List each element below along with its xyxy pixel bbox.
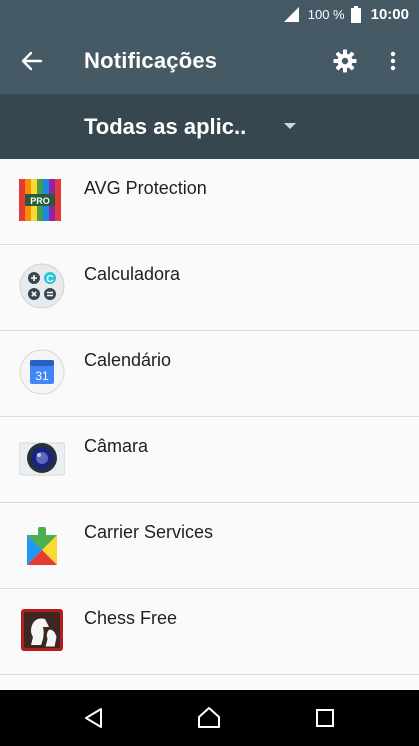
more-vert-icon bbox=[390, 51, 396, 71]
list-item-avg-protection[interactable]: PRO AVG Protection bbox=[0, 159, 419, 245]
calendar-icon: 31 bbox=[19, 349, 65, 395]
nav-home-button[interactable] bbox=[191, 700, 227, 736]
app-name: Calendário bbox=[84, 350, 172, 370]
clock: 10:00 bbox=[370, 6, 409, 23]
dropdown-arrow-icon bbox=[284, 123, 296, 129]
list-item-chess-free[interactable]: Chess Free bbox=[0, 589, 419, 675]
settings-button[interactable] bbox=[328, 43, 362, 79]
app-name: AVG Protection bbox=[84, 178, 207, 198]
recents-square-icon bbox=[316, 709, 334, 727]
list-item-carrier-services[interactable]: Carrier Services bbox=[0, 503, 419, 589]
app-name: Carrier Services bbox=[84, 522, 214, 542]
back-triangle-icon bbox=[85, 708, 102, 728]
avg-protection-icon: PRO bbox=[19, 179, 61, 221]
gear-icon bbox=[333, 49, 357, 73]
filter-selected-value: Todas as aplic.. bbox=[84, 114, 247, 139]
back-button[interactable] bbox=[14, 43, 50, 79]
list-item-calculadora[interactable]: C Calculadora bbox=[0, 245, 419, 331]
list-item-calendario[interactable]: 31 Calendário bbox=[0, 331, 419, 417]
chess-icon bbox=[21, 609, 63, 651]
arrow-back-icon bbox=[21, 51, 43, 71]
navigation-bar bbox=[0, 690, 419, 746]
list-item-camara[interactable]: Câmara bbox=[0, 417, 419, 503]
more-options-button[interactable] bbox=[380, 43, 406, 79]
app-list[interactable]: PRO AVG Protection C Calculadora 31 Cale… bbox=[0, 159, 419, 690]
app-name: Calculadora bbox=[84, 264, 181, 284]
nav-recents-button[interactable] bbox=[307, 700, 343, 736]
signal-icon bbox=[283, 7, 299, 22]
filter-bar: Todas as aplic.. bbox=[0, 94, 419, 159]
app-name: Chess Free bbox=[84, 608, 178, 628]
status-bar: 100 % 10:00 bbox=[0, 0, 419, 29]
calculator-c-text: C bbox=[46, 274, 53, 285]
calendar-day-text: 31 bbox=[35, 369, 49, 383]
app-filter-dropdown[interactable]: Todas as aplic.. bbox=[84, 108, 314, 146]
status-indicators: 100 % 10:00 bbox=[283, 0, 409, 29]
camera-icon bbox=[19, 442, 65, 476]
carrier-services-icon bbox=[27, 527, 57, 565]
page-title: Notificações bbox=[84, 48, 218, 73]
battery-icon bbox=[350, 6, 361, 23]
home-icon bbox=[198, 707, 220, 728]
app-name: Câmara bbox=[84, 436, 149, 456]
nav-back-button[interactable] bbox=[76, 700, 112, 736]
calculator-icon: C bbox=[19, 263, 65, 309]
app-bar: Notificações bbox=[0, 29, 419, 94]
list-item-partial[interactable] bbox=[0, 675, 419, 690]
battery-percent: 100 % bbox=[307, 7, 345, 22]
avg-pro-badge-text: PRO bbox=[30, 196, 50, 206]
